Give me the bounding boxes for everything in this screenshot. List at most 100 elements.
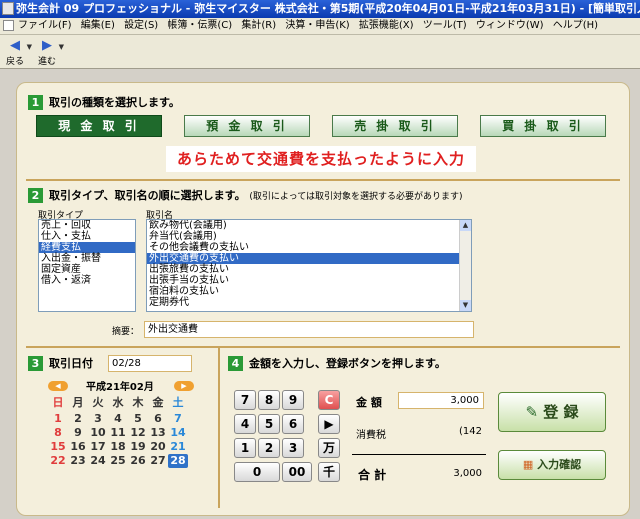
list-item[interactable]: 定期券代 xyxy=(147,297,471,308)
key-1[interactable]: 1 xyxy=(234,438,256,458)
calendar-day[interactable]: 19 xyxy=(128,440,148,454)
key-2[interactable]: 2 xyxy=(258,438,280,458)
calendar-day[interactable]: 21 xyxy=(168,440,188,454)
menu-summary[interactable]: 集計(R) xyxy=(241,20,276,31)
calendar-day[interactable]: 18 xyxy=(108,440,128,454)
calendar-day[interactable]: 4 xyxy=(108,412,128,426)
back-label: 戻る xyxy=(5,57,24,67)
chevron-up-icon[interactable]: ▲ xyxy=(460,220,471,231)
calendar-day[interactable]: 20 xyxy=(148,440,168,454)
input-confirm-button[interactable]: ▦ 入力確認 xyxy=(498,450,606,480)
section4-heading-text: 金額を入力し、登録ボタンを押します。 xyxy=(249,357,446,370)
dropdown-arrow-icon[interactable]: ▼ xyxy=(59,43,64,51)
key-sen[interactable]: 千 xyxy=(318,462,340,482)
calendar-day[interactable]: 9 xyxy=(68,426,88,440)
menu-help[interactable]: ヘルプ(H) xyxy=(553,20,598,31)
calendar-day[interactable]: 12 xyxy=(128,426,148,440)
section-divider xyxy=(26,346,620,348)
menu-edit[interactable]: 編集(E) xyxy=(81,20,115,31)
key-arrow[interactable]: ▶ xyxy=(318,414,340,434)
memo-label: 摘要： xyxy=(112,327,140,337)
date-input[interactable]: 02/28 xyxy=(108,355,192,372)
list-scrollbar[interactable]: ▲ ▼ xyxy=(459,220,471,311)
list-item[interactable]: 弁当代(会議用) xyxy=(147,231,471,242)
type-receivable-button[interactable]: 売 掛 取 引 xyxy=(332,115,458,137)
list-item[interactable]: 仕入・支払 xyxy=(39,231,135,242)
type-payable-button[interactable]: 買 掛 取 引 xyxy=(480,115,606,137)
key-6[interactable]: 6 xyxy=(282,414,304,434)
key-00[interactable]: 00 xyxy=(282,462,312,482)
list-item[interactable]: その他会議費の支払い xyxy=(147,242,471,253)
calendar-day[interactable]: 26 xyxy=(128,454,148,468)
table-icon: ▦ xyxy=(522,458,534,471)
calendar-day[interactable]: 17 xyxy=(88,440,108,454)
key-8[interactable]: 8 xyxy=(258,390,280,410)
calendar-day[interactable]: 11 xyxy=(108,426,128,440)
transaction-type-list[interactable]: 売上・回収 仕入・支払 経費支払 入出金・振替 固定資産 借入・返済 xyxy=(38,219,136,312)
annotation-note: あらためて交通費を支払ったように入力 xyxy=(166,146,476,172)
calendar-day[interactable]: 3 xyxy=(88,412,108,426)
key-man[interactable]: 万 xyxy=(318,438,340,458)
calendar-day[interactable]: 14 xyxy=(168,426,188,440)
next-month-button[interactable]: ▶ xyxy=(174,381,194,391)
list-item[interactable]: 入出金・振替 xyxy=(39,253,135,264)
list-item[interactable]: 出張旅費の支払い xyxy=(147,264,471,275)
calendar-day[interactable]: 25 xyxy=(108,454,128,468)
calendar-day[interactable]: 1 xyxy=(48,412,68,426)
type-deposit-button[interactable]: 預 金 取 引 xyxy=(184,115,310,137)
menu-closing[interactable]: 決算・申告(K) xyxy=(285,20,349,31)
register-button[interactable]: ✎ 登 録 xyxy=(498,392,606,432)
list-item[interactable]: 固定資産 xyxy=(39,264,135,275)
menu-extensions[interactable]: 拡張機能(X) xyxy=(359,20,414,31)
section2-heading-text: 取引タイプ、取引名の順に選択します。 xyxy=(49,189,246,202)
step-number: 3 xyxy=(28,356,43,371)
calendar-day[interactable]: 27 xyxy=(148,454,168,468)
total-label: 合 計 xyxy=(358,468,387,482)
list-item[interactable]: 宿泊料の支払い xyxy=(147,286,471,297)
prev-month-button[interactable]: ◀ xyxy=(48,381,68,391)
calendar-day[interactable]: 16 xyxy=(68,440,88,454)
type-cash-button[interactable]: 現 金 取 引 xyxy=(36,115,162,137)
key-clear[interactable]: C xyxy=(318,390,340,410)
calendar-day[interactable]: 5 xyxy=(128,412,148,426)
calendar-day[interactable]: 24 xyxy=(88,454,108,468)
key-7[interactable]: 7 xyxy=(234,390,256,410)
key-0[interactable]: 0 xyxy=(234,462,280,482)
list-item[interactable]: 出張手当の支払い xyxy=(147,275,471,286)
amount-input[interactable]: 3,000 xyxy=(398,392,484,409)
menu-books[interactable]: 帳簿・伝票(C) xyxy=(167,20,232,31)
key-3[interactable]: 3 xyxy=(282,438,304,458)
menu-settings[interactable]: 設定(S) xyxy=(124,20,158,31)
calendar-day[interactable]: 2 xyxy=(68,412,88,426)
back-button[interactable]: ◀ 戻る ▼ xyxy=(4,38,32,67)
calendar-day-selected[interactable]: 28 xyxy=(168,454,188,468)
key-9[interactable]: 9 xyxy=(282,390,304,410)
list-item[interactable]: 外出交通費の支払い xyxy=(147,253,459,264)
menu-window[interactable]: ウィンドウ(W) xyxy=(476,20,544,31)
key-5[interactable]: 5 xyxy=(258,414,280,434)
list-item[interactable]: 飲み物代(会議用) xyxy=(147,220,471,231)
forward-button[interactable]: ▶ 進む ▼ xyxy=(36,38,64,67)
step-number: 2 xyxy=(28,188,43,203)
calendar-day[interactable]: 7 xyxy=(168,412,188,426)
calendar-day[interactable]: 23 xyxy=(68,454,88,468)
calendar-day[interactable]: 13 xyxy=(148,426,168,440)
calendar-day[interactable]: 6 xyxy=(148,412,168,426)
menu-file[interactable]: ファイル(F) xyxy=(18,20,72,31)
calendar-day[interactable]: 22 xyxy=(48,454,68,468)
calendar-day[interactable]: 8 xyxy=(48,426,68,440)
menu-tools[interactable]: ツール(T) xyxy=(423,20,467,31)
list-item[interactable]: 経費支払 xyxy=(39,242,135,253)
total-value: 3,000 xyxy=(453,468,482,479)
calendar-day[interactable]: 15 xyxy=(48,440,68,454)
window-title: 弥生会計 09 プロフェッショナル - 弥生マイスター 株式会社・第5期(平成2… xyxy=(16,2,640,15)
key-4[interactable]: 4 xyxy=(234,414,256,434)
section3-heading: 3 取引日付 xyxy=(28,356,93,371)
transaction-name-list[interactable]: 飲み物代(会議用) 弁当代(会議用) その他会議費の支払い 外出交通費の支払い … xyxy=(146,219,472,312)
list-item[interactable]: 売上・回収 xyxy=(39,220,135,231)
chevron-down-icon[interactable]: ▼ xyxy=(460,300,471,311)
memo-input[interactable]: 外出交通費 xyxy=(144,321,474,338)
list-item[interactable]: 借入・返済 xyxy=(39,275,135,286)
dropdown-arrow-icon[interactable]: ▼ xyxy=(27,43,32,51)
calendar-day[interactable]: 10 xyxy=(88,426,108,440)
